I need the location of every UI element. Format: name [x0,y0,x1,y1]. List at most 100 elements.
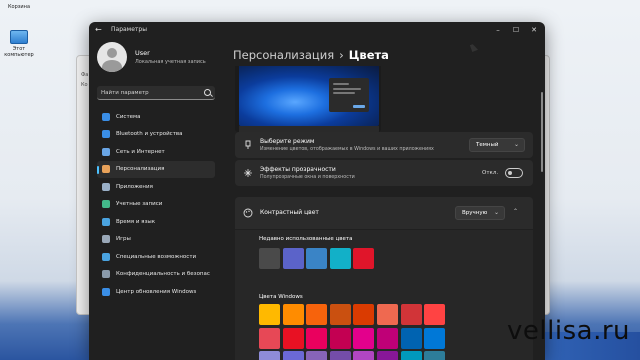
brush-icon [245,140,251,149]
sidebar-item[interactable]: Центр обновления Windows [97,283,215,301]
windows-color-swatch[interactable] [329,351,351,360]
sidebar-item-label: Центр обновления Windows [116,288,197,295]
mode-description: Изменение цветов, отображаемых в Windows… [260,147,434,152]
back-arrow-icon[interactable]: ← [95,25,105,35]
sparkle-icon [244,169,252,177]
user-account-type: Локальная учетная запись [135,59,206,65]
sidebar-item[interactable]: Приложения [97,178,215,196]
sidebar-item[interactable]: Конфиденциальность и безопас [97,266,215,284]
windows-color-swatch[interactable] [377,351,398,360]
accent-color-card[interactable]: Контрастный цвет Вручную ⌄ ⌃ [235,197,533,229]
windows-color-swatch[interactable] [424,304,446,325]
sidebar-item[interactable]: Bluetooth и устройства [97,126,215,144]
settings-window: ← Параметры – ☐ ✕ User Локальная учетная… [89,22,545,360]
recent-color-swatch[interactable] [353,248,375,269]
accounts-icon [102,200,110,209]
windows-color-swatch[interactable] [400,351,422,360]
recent-color-swatch[interactable] [282,248,304,269]
sidebar-item-label: Учетные записи [116,201,163,208]
windows-color-swatch[interactable] [377,327,398,349]
minimize-button[interactable]: – [491,24,505,36]
this-pc-icon[interactable]: Этот компьютер [2,30,36,58]
user-name: User [135,49,150,57]
transparency-description: Полупрозрачные окна и поверхности [260,175,355,180]
shield-icon [102,270,110,279]
search-icon[interactable] [204,89,211,96]
system-icon [102,112,110,121]
windows-color-swatch[interactable] [306,304,328,325]
desktop-icon-label: Корзина [7,4,31,10]
windows-color-swatch[interactable] [282,351,304,360]
windows-color-swatch[interactable] [306,327,328,349]
windows-color-swatch[interactable] [400,327,422,349]
windows-color-swatch[interactable] [424,327,446,349]
sidebar-item[interactable]: Специальные возможности [97,248,215,266]
windows-color-swatch[interactable] [424,351,446,360]
background-window-text: Фа [81,72,89,78]
sidebar-item[interactable]: Учетные записи [97,196,215,214]
recent-color-swatch[interactable] [329,248,351,269]
windows-colors-label: Цвета Windows [259,294,303,300]
windows-color-swatch[interactable] [353,327,375,349]
sidebar-item[interactable]: Игры [97,231,215,249]
maximize-button[interactable]: ☐ [509,24,523,36]
accent-colors-panel: Недавно использованные цвета Цвета Windo… [235,230,533,360]
sidebar-item-label: Конфиденциальность и безопас [116,271,210,278]
windows-color-swatch[interactable] [306,351,328,360]
windows-color-swatch[interactable] [353,351,375,360]
windows-color-swatch[interactable] [259,351,280,360]
user-profile[interactable]: User Локальная учетная запись [97,42,206,72]
sidebar-item-label: Приложения [116,183,153,190]
mode-dropdown-value: Темный [476,142,499,148]
sidebar-item-label: Специальные возможности [116,253,197,260]
title-bar[interactable]: ← Параметры – ☐ ✕ [89,22,545,38]
sidebar-item-label: Игры [116,236,131,243]
sidebar-item[interactable]: Система [97,108,215,126]
sidebar-item-label: Персонализация [116,166,165,173]
sidebar-item[interactable]: Сеть и Интернет [97,143,215,161]
recent-colors-label: Недавно использованные цвета [259,236,353,242]
windows-color-swatch[interactable] [282,327,304,349]
accent-title: Контрастный цвет [260,209,319,216]
transparency-title: Эффекты прозрачности [260,166,336,173]
windows-color-swatch[interactable] [400,304,422,325]
transparency-toggle[interactable] [505,168,523,178]
mode-title: Выберите режим [260,138,315,145]
theme-preview [235,66,381,132]
search-box[interactable] [97,86,215,100]
windows-color-swatch[interactable] [353,304,375,325]
sidebar-item[interactable]: Персонализация [97,160,215,178]
recent-color-swatch[interactable] [306,248,328,269]
windows-color-swatch[interactable] [282,304,304,325]
avatar [97,42,127,72]
transparency-setting-card: Эффекты прозрачности Полупрозрачные окна… [235,160,533,186]
watermark: vellisa.ru [507,316,630,346]
breadcrumb: Персонализация › Цвета [233,48,389,62]
mode-dropdown[interactable]: Темный ⌄ [469,138,525,152]
page-title: Цвета [348,48,389,62]
accent-dropdown[interactable]: Вручную ⌄ [455,206,505,220]
windows-color-swatch[interactable] [377,304,398,325]
palette-icon [243,208,253,218]
window-title: Параметры [111,26,147,33]
recycle-bin-icon[interactable]: Корзина [2,2,36,10]
time-language-icon [102,217,110,226]
search-input[interactable] [101,86,197,99]
desktop-icon-label: Этот компьютер [4,46,34,58]
windows-color-swatch[interactable] [329,304,351,325]
sidebar-item[interactable]: Время и язык [97,213,215,231]
preview-window [329,78,369,112]
breadcrumb-separator: › [339,48,344,62]
chevron-up-icon[interactable]: ⌃ [513,208,518,215]
monitor-icon [10,30,28,44]
windows-color-swatch[interactable] [329,327,351,349]
breadcrumb-parent[interactable]: Персонализация [233,48,334,62]
windows-color-swatch[interactable] [259,327,280,349]
background-window-text: Ко [81,82,88,88]
scrollbar[interactable] [541,92,543,172]
windows-color-swatch[interactable] [259,304,280,325]
sidebar-item-label: Сеть и Интернет [116,148,165,155]
recent-color-swatch[interactable] [259,248,280,269]
close-button[interactable]: ✕ [527,24,541,36]
sidebar-item-label: Время и язык [116,218,156,225]
